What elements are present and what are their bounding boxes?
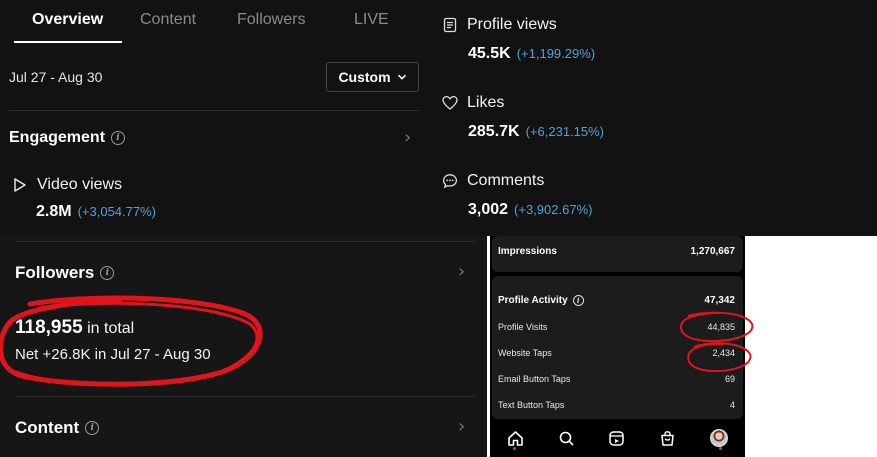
tab-live[interactable]: LIVE: [354, 11, 389, 29]
comments-value-row: 3,002 (+3,902.67%): [468, 201, 592, 219]
tab-followers[interactable]: Followers: [237, 11, 305, 29]
tab-overview[interactable]: Overview: [32, 11, 103, 29]
annotation-circle: [680, 311, 754, 343]
comments-change: (+3,902.67%): [514, 202, 593, 217]
email-taps-value: 69: [724, 374, 735, 384]
text-taps-label: Text Button Taps: [498, 400, 565, 410]
notification-dot: [513, 447, 516, 450]
comments-label-row: Comments: [442, 172, 544, 190]
tab-content[interactable]: Content: [140, 11, 196, 29]
chevron-right-icon[interactable]: ›: [458, 261, 465, 282]
content-title: Content: [15, 418, 80, 437]
profile-activity-header: Profile Activity i: [498, 295, 584, 306]
divider: [15, 396, 475, 397]
video-views-label-row: Video views: [12, 176, 122, 194]
info-icon[interactable]: i: [85, 421, 100, 435]
profile-views-change: (+1,199.29%): [516, 46, 596, 61]
date-range-label: Jul 27 - Aug 30: [9, 69, 103, 85]
home-icon[interactable]: [507, 430, 524, 447]
info-icon[interactable]: i: [111, 131, 126, 145]
custom-date-label: Custom: [338, 69, 391, 85]
instagram-insights-screenshot: Impressions 1,270,667 Profile Activity i…: [490, 236, 754, 457]
divider: [15, 241, 475, 242]
play-icon: [14, 178, 26, 192]
video-views-value: 2.8M: [36, 203, 72, 220]
profile-views-label: Profile views: [467, 16, 557, 33]
annotation-circle: [0, 295, 263, 387]
profile-activity-value: 47,342: [704, 295, 735, 306]
profile-views-value-row: 45.5K (+1,199.29%): [468, 45, 595, 63]
custom-date-button[interactable]: Custom: [326, 62, 419, 92]
impressions-card: Impressions 1,270,667: [492, 236, 743, 272]
metrics-panel: Profile views 45.5K (+1,199.29%) Likes 28…: [437, 0, 877, 236]
engagement-header[interactable]: Engagement i: [9, 129, 126, 147]
website-taps-label: Website Taps: [498, 348, 552, 358]
document-icon: [443, 17, 457, 33]
likes-value-row: 285.7K (+6,231.15%): [468, 123, 604, 141]
profile-views-label-row: Profile views: [442, 16, 557, 34]
divider: [9, 110, 419, 111]
video-views-label: Video views: [37, 176, 123, 193]
text-taps-value: 4: [729, 400, 735, 410]
active-tab-indicator: [14, 41, 122, 43]
video-views-value-row: 2.8M (+3,054.77%): [36, 203, 156, 221]
likes-label: Likes: [467, 94, 505, 111]
content-header[interactable]: Content i: [15, 418, 100, 438]
chevron-right-icon[interactable]: ›: [404, 127, 411, 148]
impressions-value: 1,270,667: [690, 246, 736, 257]
followers-title: Followers: [15, 263, 95, 282]
list-item[interactable]: Email Button Taps 69: [498, 374, 735, 384]
engagement-title: Engagement: [9, 129, 106, 146]
profile-avatar[interactable]: [710, 429, 729, 447]
info-icon[interactable]: i: [572, 295, 584, 306]
search-icon[interactable]: [558, 430, 575, 447]
video-views-change: (+3,054.77%): [77, 204, 156, 219]
impressions-label: Impressions: [498, 246, 557, 257]
email-taps-label: Email Button Taps: [498, 374, 571, 384]
comments-value: 3,002: [468, 201, 509, 218]
followers-panel: Followers i › 118,955 in total Net +26.8…: [0, 236, 487, 457]
comment-icon: [442, 174, 458, 189]
likes-label-row: Likes: [442, 94, 504, 112]
analytics-overview-panel: Overview Content Followers LIVE Jul 27 -…: [0, 0, 437, 236]
profile-views-value: 45.5K: [468, 45, 511, 62]
followers-header[interactable]: Followers i: [15, 263, 115, 283]
annotation-circle: [687, 342, 752, 373]
likes-value: 285.7K: [468, 123, 520, 140]
comments-label: Comments: [467, 172, 545, 189]
heart-icon: [442, 95, 458, 110]
profile-activity-label: Profile Activity: [498, 295, 568, 306]
info-icon[interactable]: i: [100, 266, 115, 280]
chevron-right-icon[interactable]: ›: [458, 416, 465, 437]
notification-dot: [719, 447, 722, 450]
shop-icon[interactable]: [659, 430, 676, 447]
chevron-down-icon: [397, 74, 406, 80]
reels-icon[interactable]: [608, 430, 625, 447]
likes-change: (+6,231.15%): [525, 124, 605, 139]
list-item[interactable]: Text Button Taps 4: [498, 400, 735, 410]
bottom-nav-bar: [490, 419, 745, 457]
profile-visits-label: Profile Visits: [498, 322, 548, 332]
